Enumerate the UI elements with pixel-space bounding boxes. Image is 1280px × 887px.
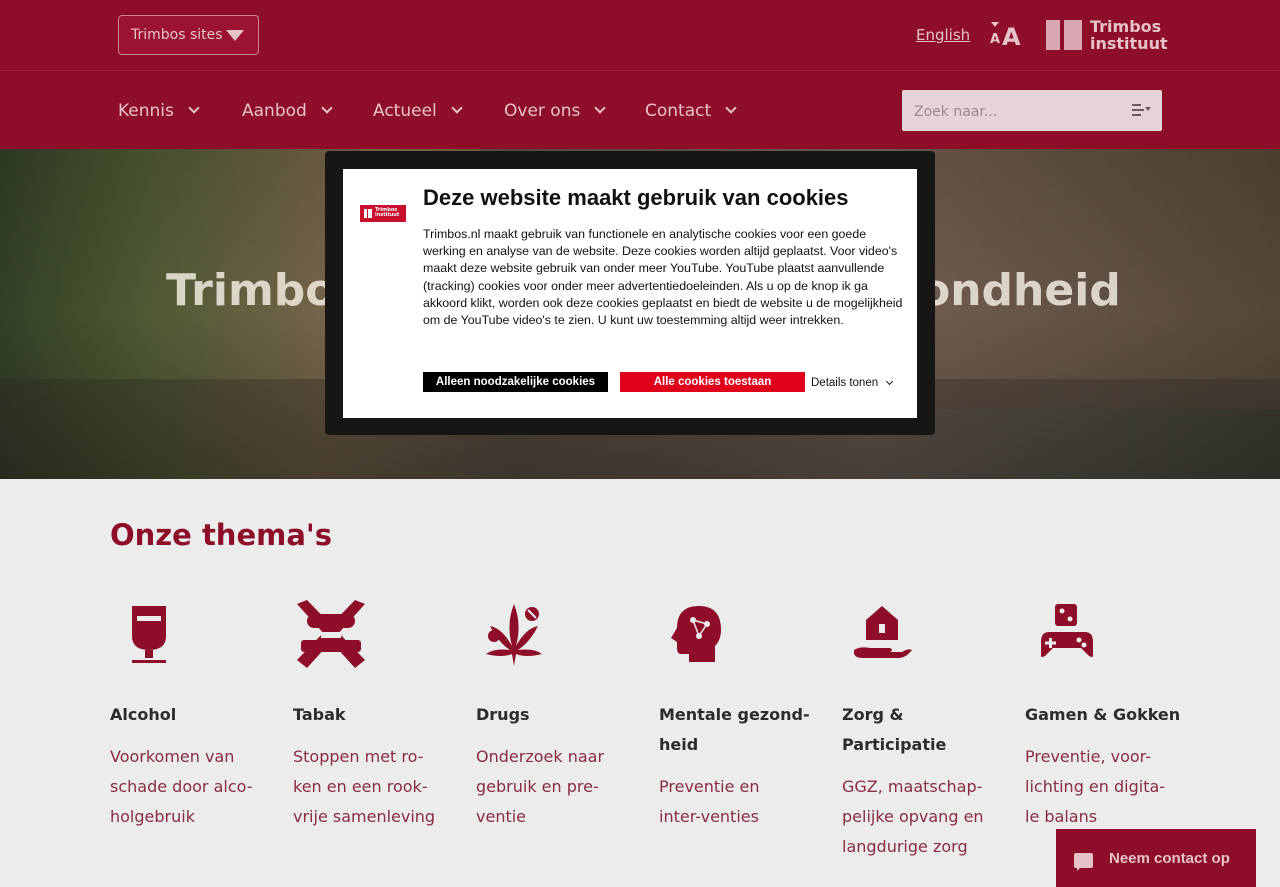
nav-item-kennis[interactable]: Kennis — [118, 101, 200, 121]
nav-item-over-ons[interactable]: Over ons — [504, 101, 606, 121]
theme-title: Tabak — [293, 705, 346, 724]
chevron-down-icon — [725, 102, 737, 114]
theme-description: Stoppen met ro-ken en een rook-vrije sam… — [293, 747, 436, 826]
wine-glass-icon — [132, 606, 166, 663]
allow-all-cookies-button[interactable]: Alle cookies toestaan — [620, 372, 805, 392]
language-link[interactable]: English — [916, 26, 970, 44]
cookie-dialog-body: Trimbos.nl maakt gebruik van functionele… — [423, 227, 903, 328]
contact-button[interactable]: Neem contact op — [1056, 829, 1256, 887]
cookie-logo-text: Trimbos instituut — [375, 207, 400, 218]
trimbos-logo-small: Trimbos instituut — [360, 205, 406, 222]
trimbos-logo[interactable]: Trimbos instituut — [1046, 17, 1168, 53]
logo-text-line2: instituut — [1090, 34, 1168, 53]
top-bar: Trimbos sites English A A Trimbos instit… — [0, 0, 1280, 70]
search-filter-icon[interactable] — [1132, 104, 1151, 118]
show-details-label: Details tonen — [811, 377, 879, 389]
cannabis-pills-icon — [486, 604, 542, 666]
main-navigation: Kennis Aanbod Actueel Over ons Contact Z… — [0, 70, 1280, 149]
font-size-large-icon: A — [1002, 23, 1021, 51]
nav-item-label: Over ons — [504, 101, 581, 121]
font-size-toggle[interactable]: A A — [988, 20, 1024, 51]
nav-item-aanbod[interactable]: Aanbod — [242, 101, 333, 121]
logo-bar — [1046, 20, 1060, 50]
nav-item-label: Kennis — [118, 101, 174, 121]
theme-description: Voorkomen van schade door alco-holgebrui… — [110, 747, 253, 826]
chat-bubble-icon — [1074, 853, 1093, 871]
nav-item-actueel[interactable]: Actueel — [373, 101, 463, 121]
chevron-down-icon — [594, 102, 606, 114]
theme-description: Preventie en inter-venties — [659, 777, 760, 826]
nav-item-label: Aanbod — [242, 101, 307, 121]
theme-title: Drugs — [476, 705, 530, 724]
caret-down-icon — [226, 30, 244, 41]
themes-heading: Onze thema's — [110, 518, 333, 552]
contact-button-label: Neem contact op — [1109, 850, 1230, 867]
theme-description: GGZ, maatschap-pelijke opvang en langdur… — [842, 777, 984, 856]
theme-title: Zorg & Participatie — [842, 705, 947, 754]
show-details-toggle[interactable]: Details tonen — [811, 377, 894, 389]
search-placeholder: Zoek naar... — [914, 104, 998, 120]
only-necessary-cookies-button[interactable]: Alleen noodzakelijke cookies — [423, 372, 608, 392]
logo-bar — [1064, 20, 1082, 50]
chevron-down-icon — [451, 102, 463, 114]
cookie-dialog: Trimbos instituut Deze website maakt geb… — [343, 169, 917, 418]
theme-description: Preventie, voor-lichting en digita-le ba… — [1025, 747, 1166, 826]
search-input[interactable]: Zoek naar... — [902, 90, 1162, 131]
arrow-down-icon — [991, 22, 999, 27]
theme-description: Onderzoek naar gebruik en pre-ventie — [476, 747, 605, 826]
chevron-down-icon — [188, 102, 200, 114]
cookie-dialog-title: Deze website maakt gebruik van cookies — [423, 185, 849, 210]
head-network-icon — [671, 606, 721, 662]
font-size-small-icon: A — [990, 32, 1001, 47]
nav-item-contact[interactable]: Contact — [645, 101, 737, 121]
nav-item-label: Contact — [645, 101, 712, 121]
trimbos-sites-label: Trimbos sites — [131, 27, 223, 43]
theme-title: Mentale gezond-heid — [659, 705, 810, 754]
theme-title: Gamen & Gokken — [1025, 705, 1181, 724]
chevron-down-icon — [321, 102, 333, 114]
no-smoking-icon — [297, 600, 365, 668]
nav-item-label: Actueel — [373, 101, 437, 121]
chevron-down-icon — [886, 377, 894, 386]
theme-title: Alcohol — [110, 705, 177, 724]
trimbos-sites-dropdown[interactable]: Trimbos sites — [118, 15, 259, 55]
hero-title-right: ondheid — [920, 265, 1121, 316]
gamepad-dice-icon — [1041, 604, 1093, 657]
hand-house-icon — [854, 606, 912, 658]
